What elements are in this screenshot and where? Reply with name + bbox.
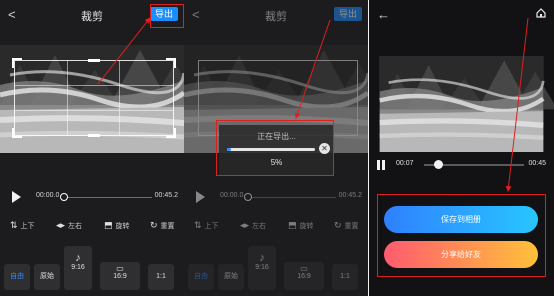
ratio-1-1: 1:1: [332, 264, 358, 290]
reset-icon: ↻: [334, 220, 342, 230]
seek-handle[interactable]: [60, 193, 68, 201]
seek-track[interactable]: [64, 197, 152, 198]
playback-bar: 00:00.0 00:45.2: [0, 188, 184, 206]
rotate-button: ⬒ 旋转: [288, 220, 314, 231]
crop-corner-handle[interactable]: [12, 58, 22, 68]
ratio-original: 原始: [218, 264, 244, 290]
transform-tools: ⇅ 上下 ◂▸ 左右 ⬒ 旋转 ↻ 重置: [0, 220, 184, 234]
seek-track: [248, 197, 336, 198]
tool-label: 重置: [160, 222, 175, 230]
ratio-1-1[interactable]: 1:1: [148, 264, 174, 290]
flip-vertical-icon: ⇅: [10, 220, 18, 230]
total-time: 00:45.2: [154, 192, 178, 199]
ratio-free: 自由: [188, 264, 214, 290]
playback-bar: 00:07 00:45: [369, 156, 554, 174]
annotation-box: [216, 120, 334, 176]
flip-vertical-button[interactable]: ⇅ 上下: [10, 220, 35, 231]
tool-label: 左右: [252, 222, 267, 230]
crop-corner-handle[interactable]: [166, 58, 176, 68]
ratio-label: 9:16: [255, 264, 269, 271]
reset-icon: ↻: [150, 220, 158, 230]
transform-tools: ⇅ 上下 ◂▸ 左右 ⬒ 旋转 ↻ 重置: [184, 220, 368, 234]
back-arrow-icon[interactable]: ←: [377, 7, 390, 22]
current-time: 00:07: [396, 160, 414, 167]
crop-screen: < 裁剪 导出 00:00.0 00:45.2 ⇅ 上下 ◂▸ 左右 ⬒ 旋转 …: [0, 0, 184, 296]
reset-button[interactable]: ↻ 重置: [150, 220, 175, 231]
aspect-ratio-options: 自由 原始 ♪ 9:16 ▭ 16:9 1:1: [184, 246, 368, 296]
flip-vertical-button: ⇅ 上下: [194, 220, 219, 231]
tool-label: 上下: [20, 222, 35, 230]
tool-label: 旋转: [299, 222, 314, 230]
flip-vertical-icon: ⇅: [194, 220, 202, 230]
ratio-9-16: ♪ 9:16: [248, 246, 276, 290]
seek-handle: [244, 193, 252, 201]
flip-horizontal-icon: ◂▸: [56, 220, 66, 230]
screen-icon: ▭: [116, 264, 124, 273]
playback-bar: 00:00.0 00:45.2: [184, 188, 368, 206]
tool-label: 重置: [344, 222, 359, 230]
tool-label: 旋转: [115, 222, 130, 230]
crop-corner-handle[interactable]: [12, 128, 22, 138]
seek-handle[interactable]: [434, 160, 443, 169]
tool-label: 上下: [204, 222, 219, 230]
play-icon: [196, 191, 205, 203]
total-time: 00:45.2: [338, 192, 362, 199]
rotate-icon: ⬒: [288, 220, 297, 230]
top-bar: < 裁剪 导出: [184, 0, 368, 32]
ratio-free[interactable]: 自由: [4, 264, 30, 290]
tiktok-icon: ♪: [259, 252, 265, 264]
annotation-box: [150, 4, 184, 28]
ratio-label: 16:9: [113, 273, 127, 280]
ratio-label: 16:9: [297, 273, 311, 280]
screen-icon: ▭: [300, 264, 308, 273]
flip-horizontal-button: ◂▸ 左右: [240, 220, 266, 231]
annotation-box: [377, 194, 546, 277]
ratio-label: 9:16: [71, 264, 85, 271]
crop-edge-handle[interactable]: [88, 59, 100, 62]
ratio-original[interactable]: 原始: [34, 264, 60, 290]
current-time: 00:00.0: [220, 192, 244, 199]
crop-corner-handle[interactable]: [166, 128, 176, 138]
crop-frame[interactable]: [14, 60, 174, 136]
home-icon[interactable]: [536, 8, 546, 18]
aspect-ratio-options: 自由 原始 ♪ 9:16 ▭ 16:9 1:1: [0, 246, 184, 296]
tool-label: 左右: [68, 222, 83, 230]
ratio-16-9: ▭ 16:9: [284, 262, 324, 290]
flip-horizontal-icon: ◂▸: [240, 220, 250, 230]
ratio-16-9[interactable]: ▭ 16:9: [100, 262, 140, 290]
rotate-button[interactable]: ⬒ 旋转: [104, 220, 130, 231]
top-bar: ←: [369, 0, 554, 32]
crop-edge-handle[interactable]: [88, 134, 100, 137]
snowy-forest-image: [369, 56, 554, 152]
reset-button: ↻ 重置: [334, 220, 359, 231]
play-icon[interactable]: [12, 191, 21, 203]
ratio-9-16[interactable]: ♪ 9:16: [64, 246, 92, 290]
export-button[interactable]: 导出: [334, 7, 362, 21]
video-preview: [369, 56, 554, 152]
current-time: 00:00.0: [36, 192, 60, 199]
rotate-icon: ⬒: [104, 220, 113, 230]
tiktok-icon: ♪: [75, 252, 81, 264]
flip-horizontal-button[interactable]: ◂▸ 左右: [56, 220, 82, 231]
total-time: 00:45: [528, 160, 546, 167]
pause-icon[interactable]: [377, 160, 385, 170]
